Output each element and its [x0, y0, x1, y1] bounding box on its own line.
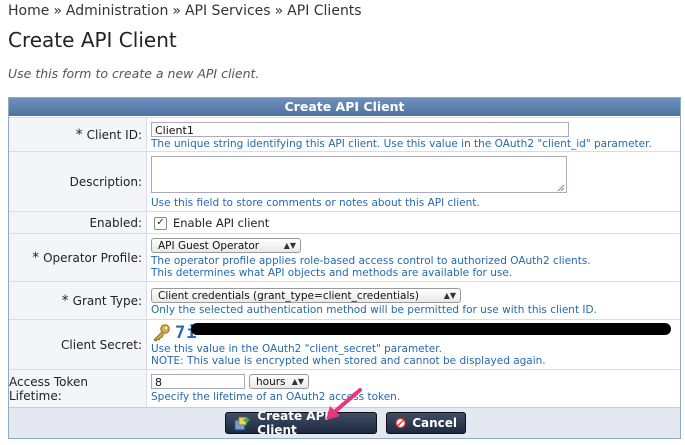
- resize-handle-icon[interactable]: [557, 184, 565, 192]
- enable-api-client-checkbox[interactable]: ✓: [154, 217, 167, 230]
- enabled-row: Enabled: ✓ Enable API client: [9, 211, 680, 234]
- client-id-label: * Client ID:: [9, 118, 147, 152]
- breadcrumb-administration[interactable]: Administration: [66, 3, 168, 19]
- token-lifetime-help: Specify the lifetime of an OAuth2 access…: [151, 391, 401, 403]
- client-secret-help-2: NOTE: This value is encrypted when store…: [151, 355, 546, 367]
- enable-api-client-label: Enable API client: [173, 216, 270, 230]
- cancel-button[interactable]: Cancel: [386, 412, 466, 434]
- grant-type-label: * Grant Type:: [9, 282, 147, 320]
- operator-profile-label: * Operator Profile:: [9, 234, 147, 282]
- breadcrumb-separator: »: [274, 3, 284, 19]
- client-id-row: * Client ID: Client1 The unique string id…: [9, 117, 680, 152]
- operator-profile-row: * Operator Profile: API Guest Operator ▲▼ …: [9, 233, 680, 282]
- breadcrumb-separator: »: [172, 3, 181, 19]
- cancel-icon: [395, 417, 406, 429]
- grant-type-row: * Grant Type: Client credentials (grant_t…: [9, 281, 680, 320]
- pointer-arrow-icon: [326, 388, 362, 420]
- breadcrumb-separator: »: [53, 3, 62, 19]
- description-help: Use this field to store comments or note…: [151, 197, 480, 209]
- description-textarea[interactable]: [151, 156, 567, 193]
- grant-type-select[interactable]: Client credentials (grant_type=client_cr…: [151, 288, 461, 303]
- select-arrows-icon: ▲▼: [443, 291, 456, 300]
- enabled-label: Enabled:: [9, 212, 147, 234]
- breadcrumb-home[interactable]: Home: [8, 3, 49, 19]
- client-id-help: The unique string identifying this API c…: [151, 138, 652, 150]
- page-title: Create API Client: [8, 28, 177, 52]
- breadcrumb-api-services[interactable]: API Services: [185, 3, 271, 19]
- required-marker: *: [32, 250, 40, 266]
- grant-type-help: Only the selected authentication method …: [151, 304, 597, 316]
- add-icon: [234, 416, 250, 431]
- operator-profile-help-2: This determines what API objects and met…: [151, 267, 513, 279]
- client-secret-row: Client Secret: 7i Use this value in the …: [9, 319, 680, 370]
- breadcrumb-api-clients[interactable]: API Clients: [287, 3, 361, 19]
- client-id-input[interactable]: Client1: [151, 122, 569, 137]
- token-lifetime-input[interactable]: 8: [151, 374, 245, 389]
- operator-profile-select[interactable]: API Guest Operator ▲▼: [151, 238, 301, 253]
- required-marker: *: [61, 293, 69, 309]
- description-label: Description:: [9, 152, 147, 212]
- redaction-bar: [191, 323, 671, 335]
- token-lifetime-label: Access Token Lifetime:: [9, 370, 147, 408]
- client-secret-label: Client Secret:: [9, 320, 147, 370]
- page-description: Use this form to create a new API client…: [8, 66, 260, 81]
- form-header: Create API Client: [9, 98, 680, 116]
- select-arrows-icon: ▲▼: [291, 377, 304, 386]
- key-icon: [153, 324, 170, 342]
- token-lifetime-unit-select[interactable]: hours ▲▼: [249, 374, 309, 389]
- breadcrumb: Home» Administration» API Services» API Cli…: [8, 3, 362, 19]
- description-row: Description: Use this field to store com…: [9, 151, 680, 212]
- required-marker: *: [75, 127, 83, 143]
- select-arrows-icon: ▲▼: [283, 241, 296, 250]
